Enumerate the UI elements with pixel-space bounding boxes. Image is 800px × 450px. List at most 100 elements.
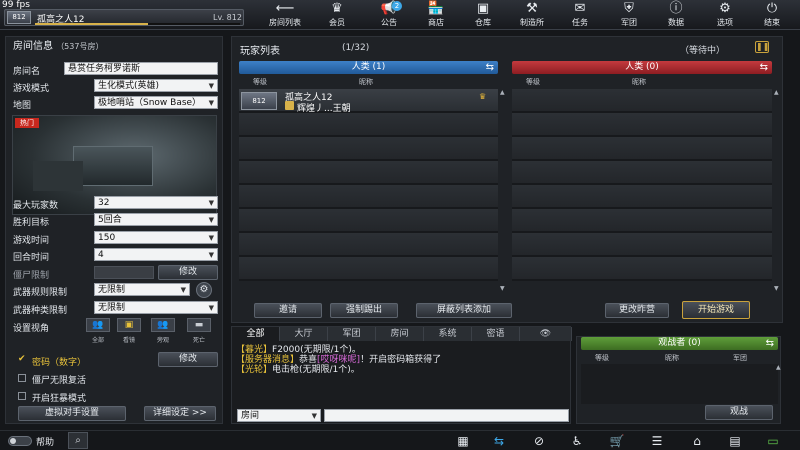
- scroll-down-icon[interactable]: ▼: [774, 285, 779, 292]
- watch-button[interactable]: 观战: [705, 405, 773, 420]
- zombie-revive-checkbox[interactable]: [18, 374, 26, 382]
- nav-warehouse[interactable]: ▣ 仓库: [461, 0, 505, 30]
- list-icon[interactable]: ☰: [646, 433, 668, 449]
- chevron-down-icon: ▼: [208, 216, 214, 224]
- player-slot[interactable]: [239, 209, 498, 233]
- block-list-add-button[interactable]: 屏蔽列表添加: [416, 303, 512, 318]
- change-time-button[interactable]: 更改昨营: [605, 303, 669, 318]
- calendar-icon[interactable]: ▦: [452, 433, 474, 449]
- nav-mission[interactable]: ✉ 任务: [558, 0, 602, 30]
- nav-legion[interactable]: ⛨ 军团: [607, 0, 651, 30]
- player-slot[interactable]: [512, 89, 772, 113]
- scroll-down-icon[interactable]: ▼: [500, 285, 505, 292]
- chat-segment: 【光轮】: [236, 365, 273, 375]
- view-option-icon[interactable]: 👥: [151, 318, 175, 332]
- game-time-select[interactable]: 150 ▼: [94, 231, 218, 244]
- zombie-limit-label: 僵尸限制: [13, 271, 50, 281]
- rank-badge: 812: [7, 11, 31, 24]
- win-target-select[interactable]: 5回合 ▼: [94, 213, 218, 226]
- round-time-value: 4: [98, 250, 104, 260]
- weapon-rule-label: 武器规则限制: [13, 288, 68, 298]
- player-slot[interactable]: [239, 257, 498, 281]
- help-toggle[interactable]: [8, 436, 32, 446]
- player-slot[interactable]: 812 孤高之人12 辉煌丿...王朝 ♛: [239, 89, 498, 114]
- start-game-button[interactable]: 开始游戏: [682, 301, 750, 319]
- gear-icon[interactable]: ⚙: [196, 282, 212, 298]
- pause-icon[interactable]: ❚❚: [755, 41, 769, 53]
- win-target-value: 5回合: [98, 215, 122, 225]
- chat-tab[interactable]: 全部: [232, 327, 280, 341]
- nav-crown[interactable]: ♛ 会员: [315, 0, 359, 30]
- nav-shop[interactable]: 🏪 商店: [414, 0, 458, 30]
- nav-back-arrow[interactable]: ⟵ 房间列表: [263, 0, 307, 30]
- game-mode-select[interactable]: 生化模式(英雄) ▼: [94, 79, 218, 92]
- player-slot[interactable]: [239, 233, 498, 257]
- nav-factory[interactable]: ⚒ 制造所: [510, 0, 554, 30]
- chevron-down-icon: ▼: [180, 286, 186, 294]
- eye-icon[interactable]: 👁: [520, 327, 572, 341]
- nav-megaphone[interactable]: 📢 公告 2: [367, 0, 411, 30]
- nav-info[interactable]: ⓘ 数据: [654, 0, 698, 30]
- notification-badge: 2: [392, 1, 402, 11]
- map-select[interactable]: 极地哨站（Snow Base） ▼: [94, 96, 218, 109]
- check-calendar-icon[interactable]: ▤: [724, 433, 746, 449]
- view-option-icon[interactable]: ▬: [187, 318, 211, 332]
- zombie-limit-edit-button[interactable]: 修改: [158, 265, 218, 280]
- swap-icon[interactable]: ⇆: [488, 433, 510, 449]
- view-option-icon[interactable]: 👥: [86, 318, 110, 332]
- map-value: 极地哨站（Snow Base）: [98, 98, 202, 108]
- player-slot[interactable]: [239, 161, 498, 185]
- player-slot[interactable]: [239, 113, 498, 137]
- scroll-up-icon[interactable]: ▲: [500, 89, 505, 96]
- compass-icon[interactable]: ⊘: [528, 433, 550, 449]
- swap-team-icon[interactable]: ⇆: [766, 337, 774, 350]
- view-option-icon[interactable]: ▣: [117, 318, 141, 332]
- spectator-column-header: 等级 昵称 军团: [581, 353, 778, 362]
- nav-gear[interactable]: ⚙ 选项: [703, 0, 747, 30]
- chat-tab[interactable]: 系统: [424, 327, 472, 341]
- round-time-label: 回合时间: [13, 253, 50, 263]
- chat-tab[interactable]: 房间: [376, 327, 424, 341]
- player-slot[interactable]: [512, 233, 772, 257]
- player-slot[interactable]: [512, 257, 772, 281]
- swap-team-icon[interactable]: ⇆: [760, 61, 768, 74]
- search-icon[interactable]: ⌕: [68, 432, 88, 449]
- berserk-checkbox[interactable]: [18, 392, 26, 400]
- virtual-opponent-button[interactable]: 虚拟对手设置: [18, 406, 126, 421]
- player-slot[interactable]: [239, 185, 498, 209]
- chat-tab[interactable]: 大厅: [280, 327, 328, 341]
- detail-settings-button[interactable]: 详细设定 >>: [144, 406, 216, 421]
- nav-label: 制造所: [520, 18, 544, 27]
- invite-button[interactable]: 邀请: [254, 303, 322, 318]
- battery-icon[interactable]: ▭: [762, 433, 784, 449]
- player-slot[interactable]: [512, 137, 772, 161]
- player-slot[interactable]: [512, 161, 772, 185]
- run-icon[interactable]: ♿: [566, 433, 588, 449]
- password-checkbox-checked[interactable]: ✔: [18, 355, 27, 364]
- chat-input[interactable]: [324, 409, 569, 422]
- player-slot[interactable]: [512, 209, 772, 233]
- scroll-up-icon[interactable]: ▲: [776, 364, 781, 371]
- home-icon[interactable]: ⌂: [686, 433, 708, 449]
- cart-icon[interactable]: 🛒: [606, 433, 628, 449]
- kick-button[interactable]: 强制踢出: [330, 303, 398, 318]
- team-b-column-header: 等级 昵称: [512, 77, 772, 86]
- chat-tab[interactable]: 军团: [328, 327, 376, 341]
- round-time-select[interactable]: 4 ▼: [94, 248, 218, 261]
- password-edit-button[interactable]: 修改: [158, 352, 218, 367]
- scroll-up-icon[interactable]: ▲: [774, 89, 779, 96]
- nav-power[interactable]: ⏻ 结束: [750, 0, 794, 30]
- swap-team-icon[interactable]: ⇆: [486, 61, 494, 74]
- weapon-type-select[interactable]: 无限制 ▼: [94, 301, 218, 314]
- player-slot[interactable]: [512, 113, 772, 137]
- chat-segment: 【服务器消息】: [236, 355, 300, 365]
- chat-tab[interactable]: 密语: [472, 327, 520, 341]
- room-name-field[interactable]: 悬赏任务柯罗诺斯: [64, 62, 218, 75]
- chat-line: 【光轮】电击枪(无期限/1个)。: [236, 365, 566, 375]
- chat-channel-select[interactable]: 房间 ▼: [237, 409, 321, 422]
- player-slot[interactable]: [239, 137, 498, 161]
- max-players-select[interactable]: 32 ▼: [94, 196, 218, 209]
- game-mode-value: 生化模式(英雄): [98, 81, 160, 91]
- player-slot[interactable]: [512, 185, 772, 209]
- weapon-rule-select[interactable]: 无限制 ▼: [94, 283, 190, 296]
